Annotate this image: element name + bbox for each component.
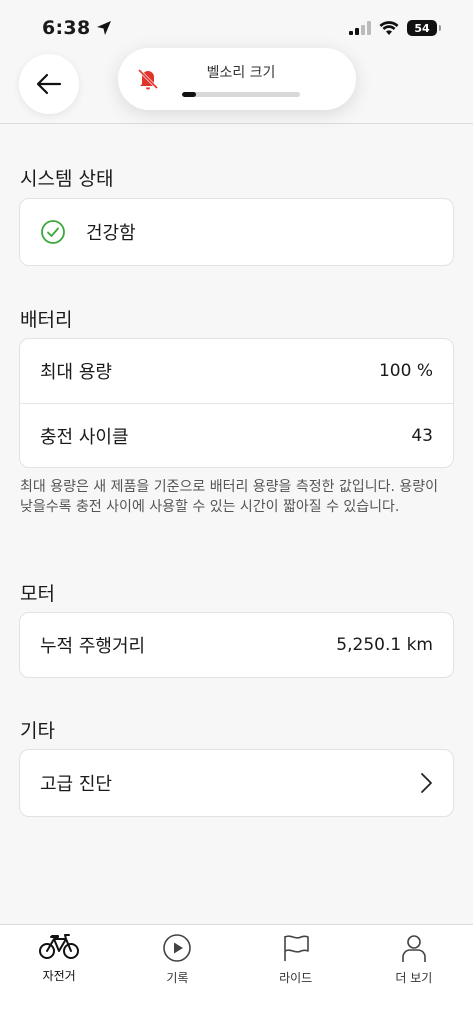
battery-card: 최대 용량 100 % 충전 사이클 43 [19, 338, 454, 468]
battery-icon: 54 [407, 20, 441, 36]
system-status-text: 건강함 [86, 223, 136, 244]
system-status-title: 시스템 상태 [20, 168, 114, 190]
odometer-label: 누적 주행거리 [40, 636, 146, 657]
system-status-row: 건강함 [20, 199, 453, 265]
status-indicators: 54 [349, 20, 441, 36]
tab-bar: 자전거 기록 라이드 더 보기 [0, 924, 473, 1024]
advanced-diagnostics-row[interactable]: 고급 진단 [20, 750, 453, 816]
advanced-diagnostics-label: 고급 진단 [40, 774, 112, 795]
status-time: 6:38 [42, 17, 112, 39]
tab-more-label: 더 보기 [395, 971, 433, 985]
other-card: 고급 진단 [19, 749, 454, 817]
chevron-right-icon [421, 773, 432, 793]
motor-card: 누적 주행거리 5,250.1 km [19, 612, 454, 678]
charge-cycles-label: 충전 사이클 [40, 426, 129, 448]
back-button[interactable] [19, 54, 79, 114]
bicycle-icon [39, 934, 80, 959]
motor-title: 모터 [20, 583, 55, 605]
max-capacity-label: 최대 용량 [40, 362, 112, 383]
tab-ride-label: 라이드 [279, 971, 313, 985]
odometer-value: 5,250.1 km [336, 635, 433, 655]
volume-hud: 벨소리 크기 [118, 48, 356, 110]
battery-level: 54 [414, 21, 430, 35]
location-arrow-icon [97, 21, 112, 35]
max-capacity-value: 100 % [378, 361, 433, 381]
volume-hud-text: 벨소리 크기 [182, 62, 300, 97]
volume-hud-label: 벨소리 크기 [206, 64, 276, 81]
charge-cycles-value: 43 [411, 425, 433, 446]
volume-fill [182, 91, 197, 97]
battery-title: 배터리 [20, 309, 73, 331]
tab-history-label: 기록 [166, 971, 189, 985]
battery-max-capacity-row: 최대 용량 100 % [20, 339, 453, 403]
tab-more[interactable]: 더 보기 [355, 925, 473, 1024]
motor-odometer-row: 누적 주행거리 5,250.1 km [20, 613, 453, 677]
arrow-left-icon [36, 73, 62, 95]
wifi-icon [379, 20, 399, 35]
tab-bike[interactable]: 자전거 [0, 925, 118, 1024]
battery-charge-cycles-row: 충전 사이클 43 [20, 403, 453, 467]
person-icon [402, 935, 426, 962]
battery-note: 최대 용량은 새 제품을 기준으로 배터리 용량을 측정한 값입니다. 용량이 … [20, 479, 439, 515]
check-circle-icon [41, 220, 65, 244]
bell-muted-icon [137, 68, 159, 90]
cellular-signal-icon [349, 21, 371, 35]
status-time-text: 6:38 [42, 17, 91, 39]
play-circle-icon [163, 934, 192, 962]
tab-ride[interactable]: 라이드 [237, 925, 355, 1024]
tab-bike-label: 자전거 [42, 969, 76, 983]
system-status-card: 건강함 [19, 198, 454, 266]
tab-history[interactable]: 기록 [118, 925, 236, 1024]
flag-icon [283, 935, 309, 961]
other-title: 기타 [20, 720, 55, 742]
volume-track [182, 91, 300, 97]
